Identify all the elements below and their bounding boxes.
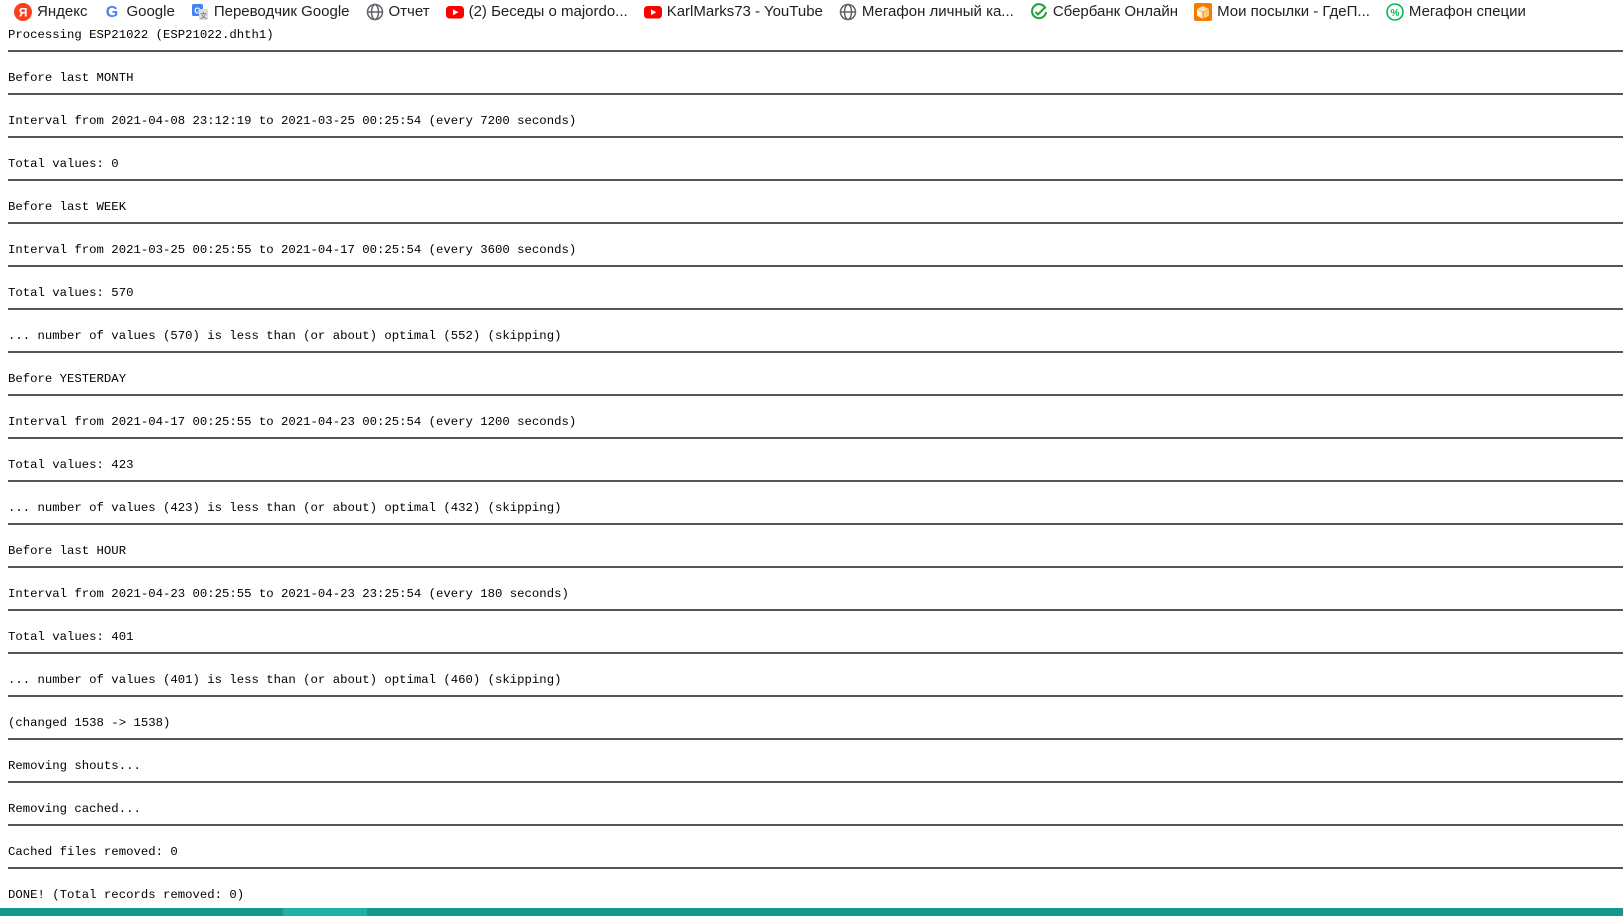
log-line: Cached files removed: 0: [8, 826, 1623, 869]
bookmark-label: Мои посылки - ГдеП...: [1217, 2, 1370, 20]
log-line: Total values: 423: [8, 439, 1623, 482]
svg-text:文: 文: [200, 11, 207, 20]
svg-text:%: %: [1390, 7, 1399, 18]
log-line: ... number of values (570) is less than …: [8, 310, 1623, 353]
parcel-icon: [1194, 2, 1213, 21]
log-line-text: ... number of values (423) is less than …: [8, 501, 562, 515]
log-line: Removing shouts...: [8, 740, 1623, 783]
log-line-text: Total values: 570: [8, 286, 134, 300]
log-line: ... number of values (423) is less than …: [8, 482, 1623, 525]
bookmark-sberbank-online[interactable]: Сбербанк Онлайн: [1030, 3, 1178, 21]
globe-icon: [366, 3, 384, 21]
log-line-text: Cached files removed: 0: [8, 845, 178, 859]
taskbar-active-segment: [283, 908, 367, 916]
bookmark-karlmarks73-youtube[interactable]: KarlMarks73 - YouTube: [643, 2, 823, 21]
log-line: Removing cached...: [8, 783, 1623, 826]
taskbar-strip: [0, 908, 1623, 916]
log-line-text: Before last MONTH: [8, 71, 134, 85]
log-line-text: Interval from 2021-03-25 00:25:55 to 202…: [8, 243, 577, 257]
log-line: Processing ESP21022 (ESP21022.dhth1): [8, 23, 1623, 52]
google-icon: G: [103, 3, 121, 21]
bookmark-label: Отчет: [388, 2, 430, 20]
log-line: Total values: 570: [8, 267, 1623, 310]
log-output: Processing ESP21022 (ESP21022.dhth1) Befo…: [0, 23, 1623, 908]
log-line: Before last WEEK: [8, 181, 1623, 224]
log-line-text: Removing shouts...: [8, 759, 141, 773]
log-line: Total values: 0: [8, 138, 1623, 181]
log-line-text: ... number of values (401) is less than …: [8, 673, 562, 687]
log-line: Total values: 401: [8, 611, 1623, 654]
bookmark-label: Google: [126, 2, 175, 20]
log-line-text: ... number of values (570) is less than …: [8, 329, 562, 343]
google-translate-icon: G文: [191, 3, 209, 21]
log-line-text: Interval from 2021-04-17 00:25:55 to 202…: [8, 415, 577, 429]
yandex-icon: Я: [14, 2, 32, 21]
bookmark-label: Мегафон личный ка...: [861, 2, 1014, 20]
log-line: Before last HOUR: [8, 525, 1623, 568]
bookmark-label: Сбербанк Онлайн: [1052, 2, 1179, 20]
log-line: ... number of values (401) is less than …: [8, 654, 1623, 697]
svg-text:G: G: [106, 4, 118, 21]
bookmark-label: Яндекс: [37, 2, 88, 20]
bookmark-google[interactable]: G Google: [103, 2, 175, 21]
bookmark-megafon-special[interactable]: % Мегафон специи: [1386, 3, 1526, 21]
youtube-icon: [643, 3, 662, 21]
bookmark-majordomo-talks[interactable]: (2) Беседы о majordo...: [445, 2, 628, 21]
bookmark-label: Мегафон специи: [1408, 2, 1526, 20]
globe-icon: [839, 3, 857, 21]
log-line-text: Processing ESP21022 (ESP21022.dhth1): [8, 28, 274, 42]
bookmark-my-parcels[interactable]: Мои посылки - ГдеП...: [1194, 2, 1370, 21]
log-line-text: (changed 1538 -> 1538): [8, 716, 171, 730]
log-line: Before YESTERDAY: [8, 353, 1623, 396]
bookmark-megafon-account[interactable]: Мегафон личный ка...: [839, 3, 1014, 21]
log-line: DONE! (Total records removed: 0): [8, 869, 1623, 908]
bookmark-yandex[interactable]: Я Яндекс: [14, 2, 88, 21]
bookmark-otchet[interactable]: Отчет: [366, 3, 430, 21]
log-line: Interval from 2021-04-23 00:25:55 to 202…: [8, 568, 1623, 611]
sberbank-icon: [1030, 2, 1048, 21]
svg-text:Я: Я: [19, 5, 28, 19]
log-line: Interval from 2021-04-17 00:25:55 to 202…: [8, 396, 1623, 439]
log-line-text: Interval from 2021-04-23 00:25:55 to 202…: [8, 587, 569, 601]
bookmark-label: (2) Беседы о majordo...: [468, 2, 628, 20]
bookmark-label: KarlMarks73 - YouTube: [666, 2, 823, 20]
log-line: Interval from 2021-04-08 23:12:19 to 202…: [8, 95, 1623, 138]
log-line-text: Total values: 401: [8, 630, 134, 644]
bookmarks-bar: Я Яндекс G Google G文 Переводчик Google О…: [0, 0, 1623, 23]
log-line-text: Before YESTERDAY: [8, 372, 127, 386]
log-line-text: Total values: 0: [8, 157, 119, 171]
log-line-text: Before last WEEK: [8, 200, 127, 214]
log-line: Interval from 2021-03-25 00:25:55 to 202…: [8, 224, 1623, 267]
log-line-text: DONE! (Total records removed: 0): [8, 888, 245, 902]
youtube-icon: [445, 3, 464, 21]
log-line: (changed 1538 -> 1538): [8, 697, 1623, 740]
log-line: Before last MONTH: [8, 52, 1623, 95]
log-line-text: Total values: 423: [8, 458, 134, 472]
percent-icon: %: [1386, 2, 1404, 21]
log-line-text: Interval from 2021-04-08 23:12:19 to 202…: [8, 114, 577, 128]
log-line-text: Before last HOUR: [8, 544, 127, 558]
bookmark-google-translate[interactable]: G文 Переводчик Google: [191, 3, 350, 21]
bookmark-label: Переводчик Google: [213, 2, 350, 20]
log-line-text: Removing cached...: [8, 802, 141, 816]
